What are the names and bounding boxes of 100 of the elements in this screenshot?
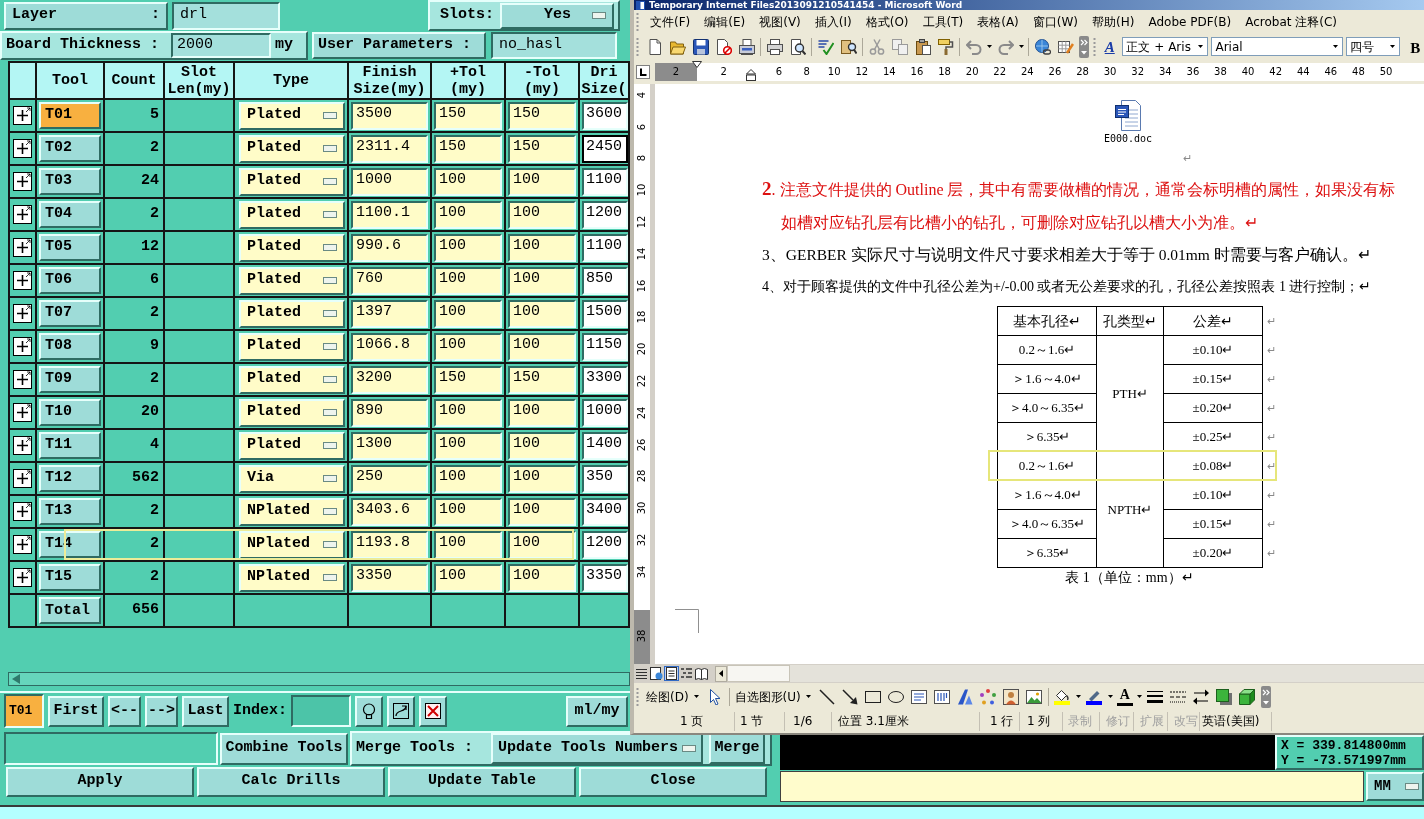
dropdown-indicator-icon[interactable] — [323, 145, 337, 152]
styles-button[interactable]: A — [1100, 36, 1120, 57]
lightbulb-icon[interactable] — [361, 703, 377, 719]
type-dropdown[interactable]: Plated — [239, 398, 345, 427]
tool-button[interactable]: T05 — [39, 234, 101, 261]
expand-box-icon[interactable] — [13, 337, 32, 356]
type-dropdown[interactable]: Plated — [239, 266, 345, 295]
triangle-left-icon[interactable] — [719, 670, 723, 677]
globe-link-icon[interactable] — [1034, 38, 1051, 55]
dropdown-indicator-icon[interactable] — [323, 310, 337, 317]
type-dropdown[interactable]: Plated — [239, 332, 345, 361]
dropdown-indicator-icon[interactable] — [323, 376, 337, 383]
plus-tol-field[interactable]: 100 — [434, 233, 502, 262]
dropdown-indicator-icon[interactable] — [323, 112, 337, 119]
caret-icon[interactable] — [805, 695, 811, 698]
toolbar-grip-icon[interactable] — [636, 687, 639, 706]
dropdown-indicator-icon[interactable] — [592, 12, 606, 19]
font-color-button[interactable]: A — [1116, 687, 1133, 706]
thickness-field[interactable]: 2000 — [171, 33, 272, 58]
plus-tol-field[interactable]: 100 — [434, 299, 502, 328]
scroll-left-icon[interactable] — [12, 674, 20, 684]
finish-size-field[interactable]: 3500 — [351, 101, 428, 130]
tool-button[interactable]: T11 — [39, 432, 101, 459]
left-indent-marker-icon[interactable] — [746, 69, 757, 81]
text-check-icon[interactable] — [817, 38, 834, 55]
dropdown-indicator-icon[interactable] — [323, 409, 337, 416]
menu-item[interactable]: 窗口(W) — [1025, 12, 1086, 31]
draw-menu-button[interactable]: 绘图(D) — [643, 686, 704, 707]
open-folder-icon[interactable] — [669, 38, 686, 55]
clipboard-icon[interactable] — [914, 38, 931, 55]
expand-box-icon[interactable] — [13, 271, 32, 290]
dropdown-indicator-icon[interactable] — [323, 475, 337, 482]
finish-size-field[interactable]: 1000 — [351, 167, 428, 196]
expand-box-icon[interactable] — [13, 436, 32, 455]
type-dropdown[interactable]: Plated — [239, 299, 345, 328]
expand-box-icon[interactable] — [13, 568, 32, 587]
drill-size-field[interactable]: 3600 — [582, 101, 628, 130]
minus-tol-field[interactable]: 150 — [508, 365, 576, 394]
toolbar-grip-icon[interactable] — [636, 37, 639, 56]
undo-icon[interactable] — [965, 38, 982, 55]
picture-icon[interactable] — [1026, 688, 1043, 705]
print-view-icon[interactable] — [665, 667, 678, 680]
drill-size-field[interactable]: 1000 — [582, 398, 628, 427]
drill-size-field[interactable]: 350 — [582, 464, 628, 493]
table-pencil-icon[interactable] — [1057, 38, 1074, 55]
tool-button[interactable]: T13 — [39, 498, 101, 525]
caret-icon[interactable] — [1019, 45, 1024, 48]
user-parameters-field[interactable]: no_hasl — [491, 32, 617, 59]
toolbar-options-icon[interactable] — [1079, 35, 1089, 58]
document-blocked-icon[interactable] — [715, 38, 732, 55]
print-preview-icon[interactable] — [789, 38, 806, 55]
expand-box-icon[interactable] — [13, 370, 32, 389]
drill-size-field[interactable]: 1150 — [582, 332, 628, 361]
apply-button[interactable]: Apply — [6, 766, 194, 797]
caret-icon[interactable] — [1390, 45, 1396, 48]
drill-size-field[interactable]: 1200 — [582, 530, 628, 559]
caret-icon[interactable] — [1107, 695, 1113, 698]
layer-field[interactable]: drl — [172, 1, 280, 30]
new-document-icon[interactable] — [646, 38, 663, 55]
tool-button[interactable]: T08 — [39, 333, 101, 360]
combine-tools-button[interactable]: Combine Tools — [220, 732, 348, 765]
finish-size-field[interactable]: 1397 — [351, 299, 428, 328]
type-dropdown[interactable]: NPlated — [239, 530, 345, 559]
close-button[interactable]: Close — [579, 766, 767, 797]
plus-tol-field[interactable]: 150 — [434, 365, 502, 394]
redraw-button[interactable] — [387, 695, 415, 727]
menu-item[interactable]: 视图(V) — [752, 12, 808, 31]
dropdown-indicator-icon[interactable] — [323, 574, 337, 581]
dropdown-indicator-icon[interactable] — [1405, 783, 1419, 790]
type-dropdown[interactable]: Plated — [239, 167, 345, 196]
drill-size-field[interactable]: 1500 — [582, 299, 628, 328]
plus-tol-field[interactable]: 100 — [434, 431, 502, 460]
document-file-icon[interactable] — [1115, 100, 1141, 131]
minus-tol-field[interactable]: 100 — [508, 167, 576, 196]
horizontal-scrollbar[interactable] — [727, 665, 1424, 682]
finish-size-field[interactable]: 990.6 — [351, 233, 428, 262]
scroll-thumb[interactable] — [727, 665, 790, 682]
finish-size-field[interactable]: 1100.1 — [351, 200, 428, 229]
expand-box-icon[interactable] — [13, 304, 32, 323]
caret-icon[interactable] — [1075, 695, 1081, 698]
tab-stop-icon[interactable] — [636, 65, 650, 79]
tool-button[interactable]: T01 — [39, 102, 101, 129]
plus-tol-field[interactable]: 100 — [434, 497, 502, 526]
minus-tol-field[interactable]: 100 — [508, 266, 576, 295]
reading-view-icon[interactable] — [695, 667, 708, 680]
book-magnifier-icon[interactable] — [840, 38, 857, 55]
first-button[interactable]: First — [48, 695, 104, 727]
finish-size-field[interactable]: 250 — [351, 464, 428, 493]
menu-item[interactable]: 帮助(H) — [1085, 12, 1142, 31]
menu-item[interactable]: 编辑(E) — [697, 12, 753, 31]
vertical-text-box-icon[interactable] — [934, 688, 951, 705]
oval-icon[interactable] — [888, 688, 905, 705]
type-dropdown[interactable]: NPlated — [239, 497, 345, 526]
autoshapes-menu-button[interactable]: 自选图形(U) — [731, 686, 816, 707]
drill-size-field[interactable]: 1400 — [582, 431, 628, 460]
shadow-icon[interactable] — [1216, 688, 1233, 705]
drill-size-field[interactable]: 1100 — [582, 167, 628, 196]
plus-tol-field[interactable]: 100 — [434, 167, 502, 196]
paint-bucket-icon[interactable] — [1054, 688, 1071, 705]
line-style-icon[interactable] — [1147, 688, 1164, 705]
